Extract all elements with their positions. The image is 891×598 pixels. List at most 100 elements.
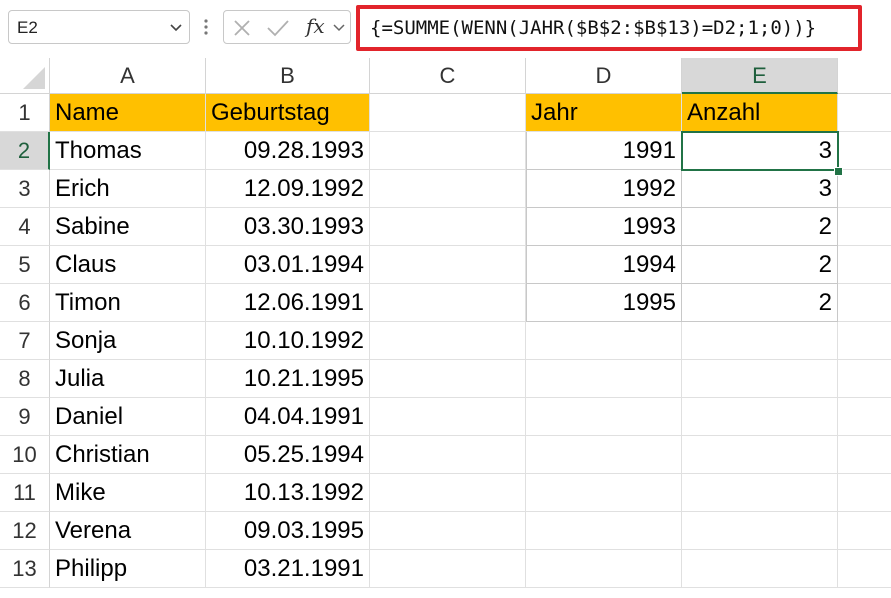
- cell-f6[interactable]: [838, 284, 891, 322]
- chevron-down-icon[interactable]: [169, 20, 183, 34]
- cell-b3[interactable]: 12.09.1992: [206, 170, 370, 208]
- row-header-3[interactable]: 3: [0, 170, 50, 208]
- cell-a2[interactable]: Thomas: [50, 132, 206, 170]
- cell-c11[interactable]: [370, 474, 526, 512]
- cell-f8[interactable]: [838, 360, 891, 398]
- cell-e12[interactable]: [682, 512, 838, 550]
- cell-a3[interactable]: Erich: [50, 170, 206, 208]
- cell-c8[interactable]: [370, 360, 526, 398]
- cell-d5[interactable]: 1994: [526, 246, 682, 284]
- cell-d1[interactable]: Jahr: [526, 94, 682, 132]
- fill-handle[interactable]: [834, 167, 843, 176]
- column-header-f[interactable]: [838, 58, 891, 94]
- cell-d6[interactable]: 1995: [526, 284, 682, 322]
- cell-e11[interactable]: [682, 474, 838, 512]
- cell-b9[interactable]: 04.04.1991: [206, 398, 370, 436]
- row-header-1[interactable]: 1: [0, 94, 50, 132]
- cell-b1[interactable]: Geburtstag: [206, 94, 370, 132]
- cell-c5[interactable]: [370, 246, 526, 284]
- row-header-11[interactable]: 11: [0, 474, 50, 512]
- cell-f1[interactable]: [838, 94, 891, 132]
- cell-a11[interactable]: Mike: [50, 474, 206, 512]
- cell-e7[interactable]: [682, 322, 838, 360]
- cell-f10[interactable]: [838, 436, 891, 474]
- cell-c3[interactable]: [370, 170, 526, 208]
- row-header-10[interactable]: 10: [0, 436, 50, 474]
- cell-f2[interactable]: [838, 132, 891, 170]
- cell-b2[interactable]: 09.28.1993: [206, 132, 370, 170]
- cell-f13[interactable]: [838, 550, 891, 588]
- cell-b10[interactable]: 05.25.1994: [206, 436, 370, 474]
- row-header-6[interactable]: 6: [0, 284, 50, 322]
- select-all-button[interactable]: [0, 58, 50, 94]
- row-header-4[interactable]: 4: [0, 208, 50, 246]
- cancel-icon[interactable]: [232, 19, 252, 37]
- cell-a7[interactable]: Sonja: [50, 322, 206, 360]
- cell-a4[interactable]: Sabine: [50, 208, 206, 246]
- more-vertical-icon[interactable]: [203, 12, 209, 42]
- cell-d4[interactable]: 1993: [526, 208, 682, 246]
- row-header-8[interactable]: 8: [0, 360, 50, 398]
- cell-b13[interactable]: 03.21.1991: [206, 550, 370, 588]
- cell-a5[interactable]: Claus: [50, 246, 206, 284]
- cell-d11[interactable]: [526, 474, 682, 512]
- cell-e6[interactable]: 2: [682, 284, 838, 322]
- cell-e2[interactable]: 3: [682, 132, 838, 170]
- cell-a1[interactable]: Name: [50, 94, 206, 132]
- cell-c12[interactable]: [370, 512, 526, 550]
- cell-d12[interactable]: [526, 512, 682, 550]
- row-header-9[interactable]: 9: [0, 398, 50, 436]
- cell-c13[interactable]: [370, 550, 526, 588]
- cell-f7[interactable]: [838, 322, 891, 360]
- cell-c10[interactable]: [370, 436, 526, 474]
- cell-f5[interactable]: [838, 246, 891, 284]
- cell-e3[interactable]: 3: [682, 170, 838, 208]
- cell-e8[interactable]: [682, 360, 838, 398]
- row-header-12[interactable]: 12: [0, 512, 50, 550]
- cell-c1[interactable]: [370, 94, 526, 132]
- column-header-a[interactable]: A: [50, 58, 206, 94]
- cell-b6[interactable]: 12.06.1991: [206, 284, 370, 322]
- row-header-7[interactable]: 7: [0, 322, 50, 360]
- cell-e9[interactable]: [682, 398, 838, 436]
- cell-d8[interactable]: [526, 360, 682, 398]
- cell-e10[interactable]: [682, 436, 838, 474]
- cell-c2[interactable]: [370, 132, 526, 170]
- cell-e5[interactable]: 2: [682, 246, 838, 284]
- cell-e4[interactable]: 2: [682, 208, 838, 246]
- cell-b8[interactable]: 10.21.1995: [206, 360, 370, 398]
- column-header-e[interactable]: E: [682, 58, 838, 94]
- cell-f9[interactable]: [838, 398, 891, 436]
- cell-d9[interactable]: [526, 398, 682, 436]
- cell-c9[interactable]: [370, 398, 526, 436]
- row-header-2[interactable]: 2: [0, 132, 50, 170]
- cell-f11[interactable]: [838, 474, 891, 512]
- cell-b12[interactable]: 09.03.1995: [206, 512, 370, 550]
- cell-a9[interactable]: Daniel: [50, 398, 206, 436]
- cell-e13[interactable]: [682, 550, 838, 588]
- cell-a12[interactable]: Verena: [50, 512, 206, 550]
- cell-c7[interactable]: [370, 322, 526, 360]
- cell-b11[interactable]: 10.13.1992: [206, 474, 370, 512]
- cell-f12[interactable]: [838, 512, 891, 550]
- cell-c6[interactable]: [370, 284, 526, 322]
- cell-a8[interactable]: Julia: [50, 360, 206, 398]
- cell-a6[interactable]: Timon: [50, 284, 206, 322]
- cell-c4[interactable]: [370, 208, 526, 246]
- row-header-13[interactable]: 13: [0, 550, 50, 588]
- cell-f3[interactable]: [838, 170, 891, 208]
- cell-b4[interactable]: 03.30.1993: [206, 208, 370, 246]
- cell-d7[interactable]: [526, 322, 682, 360]
- cell-d2[interactable]: 1991: [526, 132, 682, 170]
- cell-e1[interactable]: Anzahl: [682, 94, 838, 132]
- cell-b5[interactable]: 03.01.1994: [206, 246, 370, 284]
- column-header-b[interactable]: B: [206, 58, 370, 94]
- cell-d13[interactable]: [526, 550, 682, 588]
- name-box[interactable]: E2: [8, 10, 190, 44]
- insert-function-icon[interactable]: fx: [306, 14, 325, 38]
- cell-a13[interactable]: Philipp: [50, 550, 206, 588]
- cell-d10[interactable]: [526, 436, 682, 474]
- column-header-d[interactable]: D: [526, 58, 682, 94]
- cell-b7[interactable]: 10.10.1992: [206, 322, 370, 360]
- cell-d3[interactable]: 1992: [526, 170, 682, 208]
